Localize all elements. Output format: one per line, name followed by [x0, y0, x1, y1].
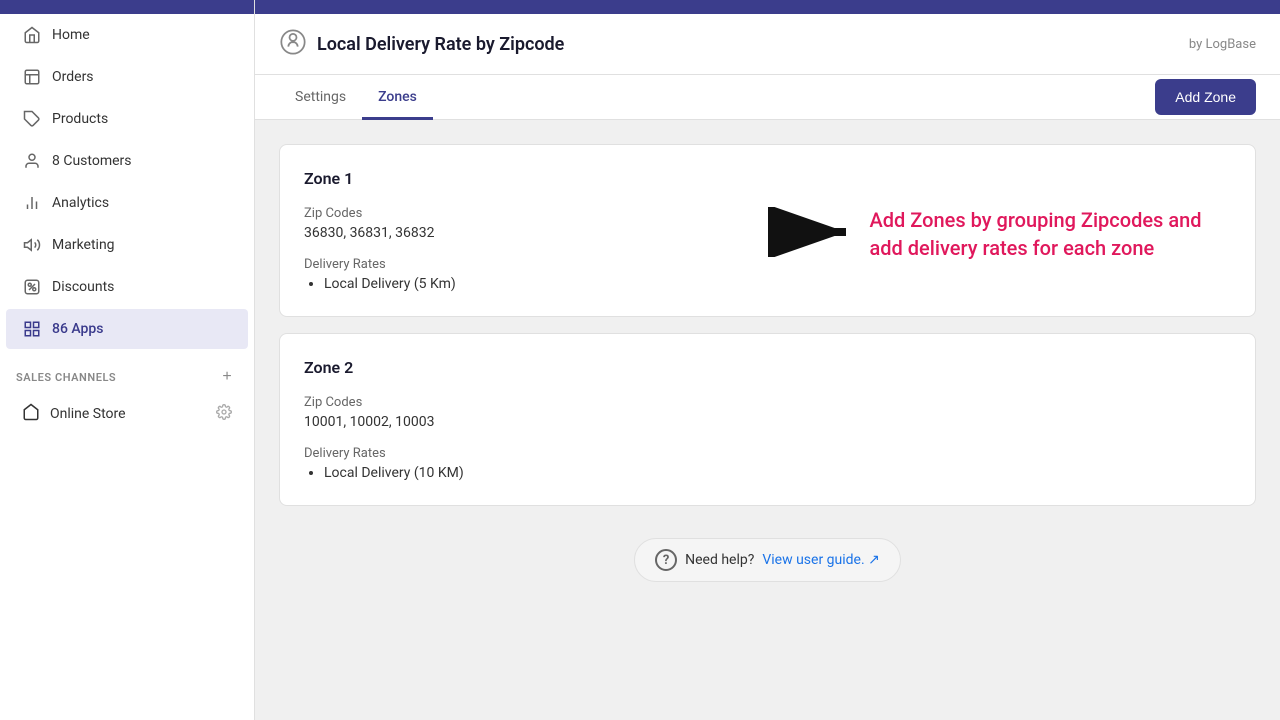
sidebar-item-discounts[interactable]: Discounts — [6, 267, 248, 307]
zone-2-rates-list: Local Delivery (10 KM) — [304, 465, 1231, 481]
sidebar-item-home[interactable]: Home — [6, 15, 248, 55]
zone-1-hint-text: Add Zones by grouping Zipcodes and add d… — [870, 206, 1232, 262]
zone-2-title: Zone 2 — [304, 358, 1231, 377]
tabs-bar: Settings Zones Add Zone — [255, 75, 1280, 120]
content-area: Zone 1 Zip Codes 36830, 36831, 36832 Del… — [255, 120, 1280, 720]
add-sales-channel-button[interactable]: + — [216, 366, 238, 388]
zone-1-card: Zone 1 Zip Codes 36830, 36831, 36832 Del… — [279, 144, 1256, 317]
marketing-icon — [22, 235, 42, 255]
tab-zones[interactable]: Zones — [362, 75, 433, 120]
zone-2-zip-label: Zip Codes — [304, 395, 1231, 410]
sales-channels-label: SALES CHANNELS — [16, 371, 116, 384]
zone-2-card: Zone 2 Zip Codes 10001, 10002, 10003 Del… — [279, 333, 1256, 506]
sidebar-item-products[interactable]: Products — [6, 99, 248, 139]
sales-channels-section: SALES CHANNELS + — [0, 354, 254, 392]
sidebar-item-label: Orders — [52, 69, 94, 85]
sidebar-item-label: Marketing — [52, 237, 115, 253]
zone-1-rates-list: Local Delivery (5 Km) — [304, 276, 768, 292]
zone-2-data: Zip Codes 10001, 10002, 10003 Delivery R… — [304, 395, 1231, 481]
page-header: Local Delivery Rate by Zipcode by LogBas… — [255, 14, 1280, 75]
page-header-left: Local Delivery Rate by Zipcode — [279, 28, 564, 60]
orders-icon — [22, 67, 42, 87]
zone-1-inner: Zip Codes 36830, 36831, 36832 Delivery R… — [304, 206, 1231, 292]
sidebar: Home Orders Products 8 Customers Analyti… — [0, 0, 255, 720]
zone-1-data: Zip Codes 36830, 36831, 36832 Delivery R… — [304, 206, 768, 292]
tab-settings[interactable]: Settings — [279, 75, 362, 120]
help-text: Need help? — [685, 552, 754, 568]
top-bar — [255, 0, 1280, 14]
zone-1-hint: Add Zones by grouping Zipcodes and add d… — [768, 206, 1232, 262]
zone-2-rates-label: Delivery Rates — [304, 446, 1231, 461]
zone-1-title: Zone 1 — [304, 169, 1231, 188]
products-icon — [22, 109, 42, 129]
analytics-icon — [22, 193, 42, 213]
sidebar-item-online-store[interactable]: Online Store — [6, 393, 248, 435]
add-zone-button[interactable]: Add Zone — [1155, 79, 1256, 115]
sidebar-item-label: Products — [52, 111, 108, 127]
help-icon: ? — [655, 549, 677, 571]
sidebar-item-orders[interactable]: Orders — [6, 57, 248, 97]
sidebar-item-customers[interactable]: 8 Customers — [6, 141, 248, 181]
customers-icon — [22, 151, 42, 171]
zone-1-rate-item: Local Delivery (5 Km) — [324, 276, 768, 292]
sidebar-item-label: 86 Apps — [52, 321, 104, 337]
sidebar-item-analytics[interactable]: Analytics — [6, 183, 248, 223]
help-bar: ? Need help? View user guide. ↗ — [279, 522, 1256, 598]
zone-1-zip-label: Zip Codes — [304, 206, 768, 221]
main-content: Local Delivery Rate by Zipcode by LogBas… — [255, 0, 1280, 720]
apps-icon — [22, 319, 42, 339]
sidebar-item-apps[interactable]: 86 Apps — [6, 309, 248, 349]
help-pill: ? Need help? View user guide. ↗ — [634, 538, 901, 582]
tabs-left: Settings Zones — [279, 75, 433, 119]
online-store-icon — [22, 403, 40, 425]
zone-2-rate-item: Local Delivery (10 KM) — [324, 465, 1231, 481]
online-store-label: Online Store — [50, 406, 126, 422]
hint-arrow-icon — [768, 207, 858, 261]
sidebar-topbar — [0, 0, 254, 14]
app-icon — [279, 28, 307, 60]
zone-2-zip-value: 10001, 10002, 10003 — [304, 414, 1231, 430]
sidebar-item-marketing[interactable]: Marketing — [6, 225, 248, 265]
discounts-icon — [22, 277, 42, 297]
sidebar-item-label: Analytics — [52, 195, 109, 211]
sidebar-item-label: 8 Customers — [52, 153, 132, 169]
sidebar-item-label: Discounts — [52, 279, 114, 295]
page-author: by LogBase — [1189, 37, 1256, 52]
view-user-guide-link[interactable]: View user guide. ↗ — [762, 552, 880, 568]
sidebar-item-label: Home — [52, 27, 90, 43]
online-store-left: Online Store — [22, 403, 126, 425]
zone-1-rates-label: Delivery Rates — [304, 257, 768, 272]
home-icon — [22, 25, 42, 45]
external-link-icon: ↗ — [868, 552, 880, 568]
online-store-settings-icon[interactable] — [216, 404, 232, 424]
page-title: Local Delivery Rate by Zipcode — [317, 34, 564, 55]
zone-1-zip-value: 36830, 36831, 36832 — [304, 225, 768, 241]
